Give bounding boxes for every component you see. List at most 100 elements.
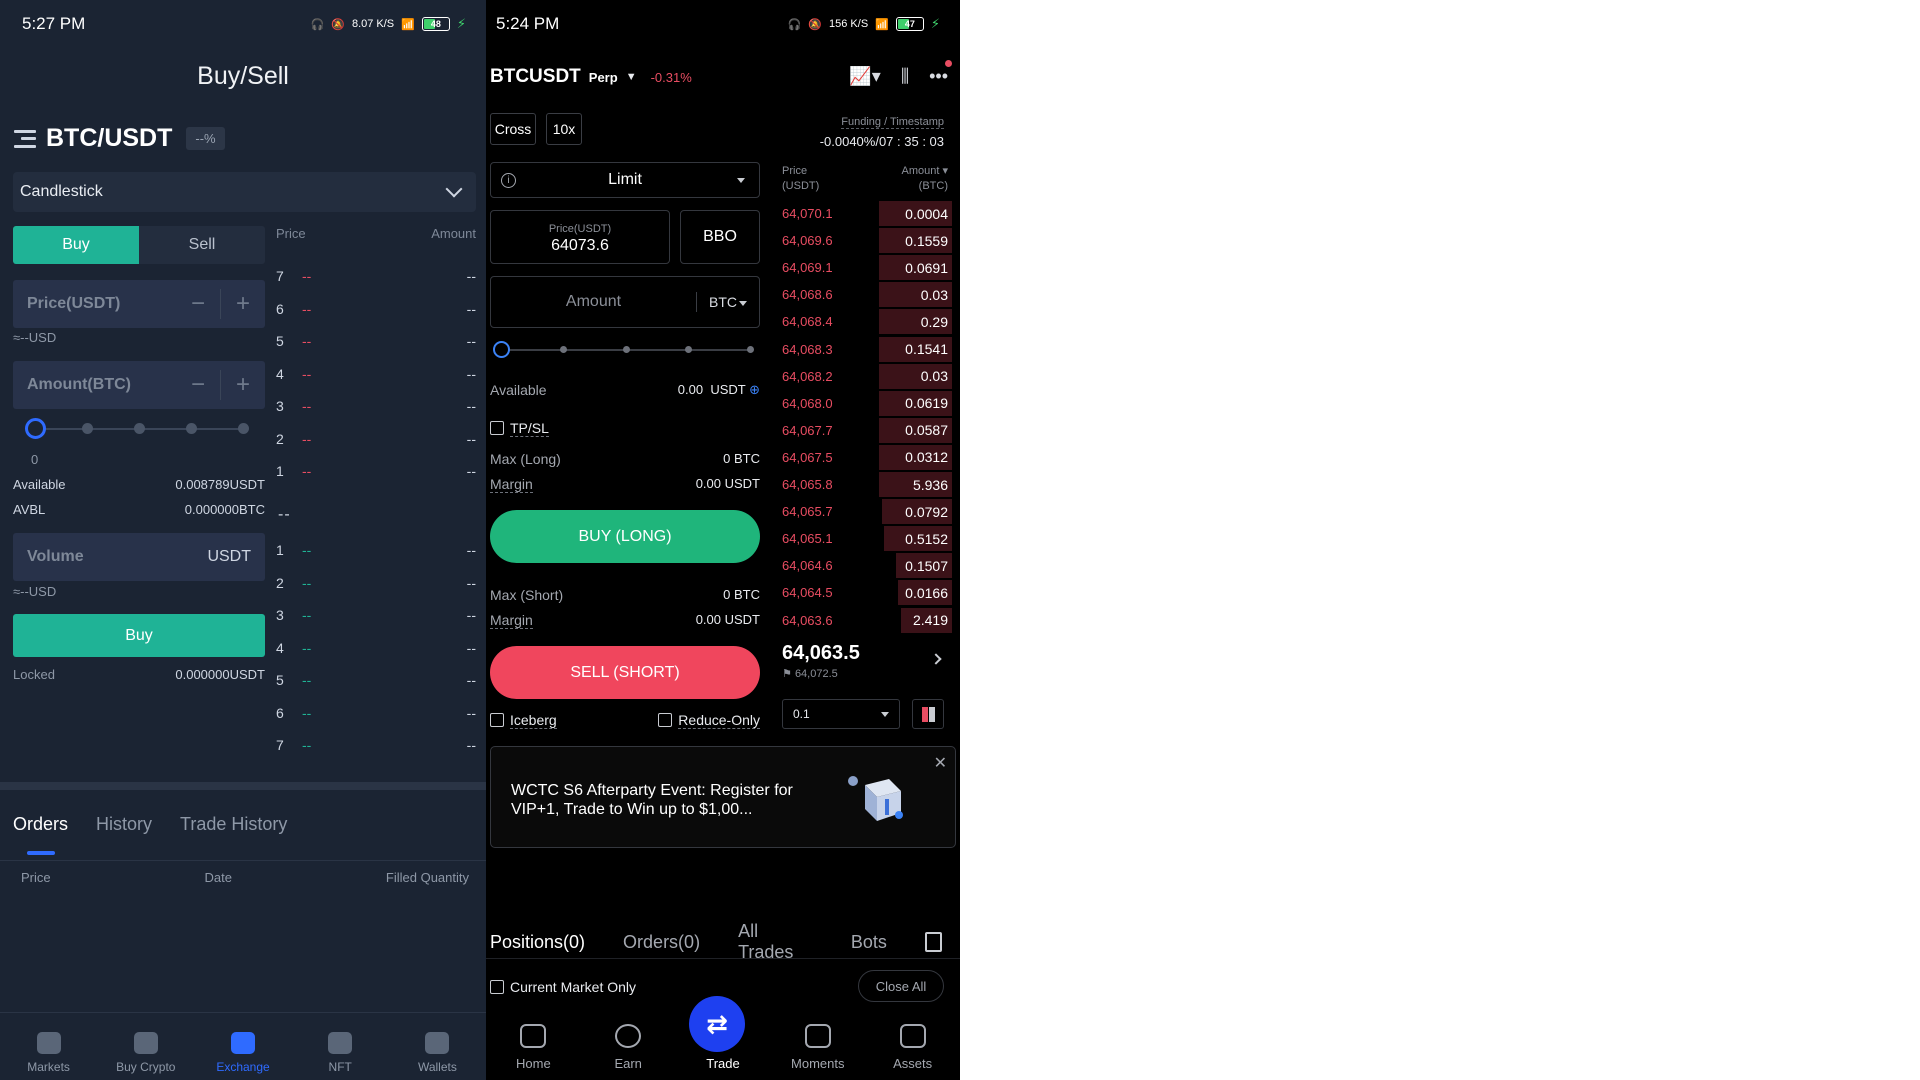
slider-step-dot[interactable]	[186, 423, 197, 434]
book-row[interactable]: 5 -- --	[276, 672, 476, 688]
sell-short-button[interactable]: SELL (SHORT)	[490, 646, 760, 699]
close-icon[interactable]: ✕	[934, 753, 947, 773]
book-row[interactable]: 6 -- --	[276, 301, 476, 317]
nav-home[interactable]: Home	[486, 1000, 581, 1080]
buy-long-button[interactable]: BUY (LONG)	[490, 510, 760, 563]
margin-mode-button[interactable]: Cross	[490, 113, 536, 145]
ask-row[interactable]: 64,063.6 2.419	[782, 607, 952, 634]
ask-row[interactable]: 64,064.5 0.0166	[782, 579, 952, 606]
amount-decrease-button[interactable]: −	[176, 371, 220, 399]
tab-orders[interactable]: Orders	[13, 814, 68, 855]
book-row[interactable]: 4 -- --	[276, 366, 476, 382]
tab-sell[interactable]: Sell	[139, 226, 265, 264]
iceberg-checkbox-box[interactable]	[490, 713, 504, 727]
amount-slider[interactable]	[493, 341, 754, 358]
tab-trade-history[interactable]: Trade History	[180, 814, 287, 835]
ask-row[interactable]: 64,068.0 0.0619	[782, 390, 952, 417]
bbo-button[interactable]: BBO	[680, 210, 760, 264]
tab-all-trades[interactable]: All Trades	[738, 921, 813, 963]
ask-row[interactable]: 64,069.6 0.1559	[782, 227, 952, 254]
symbol-header[interactable]: BTCUSDT Perp ▼ -0.31%	[490, 66, 692, 88]
reduce-only-checkbox-box[interactable]	[658, 713, 673, 727]
candlestick-icon[interactable]: ⫼	[901, 66, 909, 87]
current-market-only-checkbox[interactable]: Current Market Only	[490, 979, 636, 995]
transfer-plus-icon[interactable]: ⊕	[749, 382, 760, 397]
amount-increase-button[interactable]: +	[221, 371, 265, 399]
amount-unit-dropdown[interactable]: BTC	[697, 294, 759, 310]
book-row[interactable]: 3 -- --	[276, 398, 476, 414]
tab-buy[interactable]: Buy	[13, 226, 139, 264]
info-icon[interactable]: i	[501, 172, 516, 188]
ask-row[interactable]: 64,067.5 0.0312	[782, 444, 952, 471]
tab-history[interactable]: History	[96, 814, 152, 835]
price-input[interactable]: Price(USDT) − +	[13, 280, 265, 328]
book-row[interactable]: 6 -- --	[276, 705, 476, 721]
price-decrease-button[interactable]: −	[176, 290, 220, 318]
close-all-button[interactable]: Close All	[858, 970, 944, 1002]
ask-row[interactable]: 64,069.1 0.0691	[782, 254, 952, 281]
tab-bots[interactable]: Bots	[851, 932, 887, 953]
menu-icon[interactable]	[14, 129, 36, 148]
ask-row[interactable]: 64,068.2 0.03	[782, 363, 952, 390]
slider-knob[interactable]	[25, 418, 46, 439]
ask-row[interactable]: 64,068.3 0.1541	[782, 336, 952, 363]
ask-row[interactable]: 64,068.4 0.29	[782, 308, 952, 335]
ask-row[interactable]: 64,065.7 0.0792	[782, 498, 952, 525]
nav-moments[interactable]: Moments	[770, 1000, 865, 1080]
amount-input[interactable]: Amount(BTC) − +	[13, 361, 265, 409]
nav-markets[interactable]: Markets	[0, 1013, 97, 1080]
slider-step-dot[interactable]	[560, 346, 567, 353]
ask-row[interactable]: 64,065.1 0.5152	[782, 525, 952, 552]
tab-orders[interactable]: Orders(0)	[623, 932, 700, 953]
document-icon[interactable]	[924, 932, 942, 952]
book-row[interactable]: 1 -- --	[276, 463, 476, 479]
slider-step-dot[interactable]	[134, 423, 145, 434]
depth-step-dropdown[interactable]: 0.1	[782, 699, 900, 729]
chart-icon[interactable]: 📈▾	[849, 66, 880, 87]
book-row[interactable]: 1 -- --	[276, 542, 476, 558]
nav-earn[interactable]: Earn	[581, 1000, 676, 1080]
last-price-block[interactable]: 64,063.5 ⚑ 64,072.5	[782, 642, 860, 680]
more-icon[interactable]: •••	[929, 60, 952, 87]
book-row[interactable]: 7 -- --	[276, 268, 476, 284]
slider-step-dot[interactable]	[238, 423, 249, 434]
slider-knob[interactable]	[493, 341, 510, 358]
current-market-only-box[interactable]	[490, 980, 504, 994]
slider-step-dot[interactable]	[747, 346, 754, 353]
ask-row[interactable]: 64,065.8 5.936	[782, 471, 952, 498]
leverage-button[interactable]: 10x	[546, 113, 582, 145]
buy-button[interactable]: Buy	[13, 614, 265, 657]
book-display-mode-button[interactable]	[912, 699, 944, 729]
chevron-right-icon[interactable]	[930, 653, 942, 665]
promo-banner[interactable]: WCTC S6 Afterparty Event: Register for V…	[490, 746, 956, 848]
tpsl-checkbox[interactable]: TP/SL	[490, 420, 760, 437]
book-row[interactable]: 2 -- --	[276, 431, 476, 447]
reduce-only-checkbox[interactable]: Reduce-Only	[658, 712, 760, 729]
ask-row[interactable]: 64,068.6 0.03	[782, 281, 952, 308]
slider-step-dot[interactable]	[82, 423, 93, 434]
book-row[interactable]: 5 -- --	[276, 333, 476, 349]
book-row[interactable]: 3 -- --	[276, 607, 476, 623]
order-type-dropdown[interactable]: i Limit	[490, 162, 760, 198]
ask-row[interactable]: 64,067.7 0.0587	[782, 417, 952, 444]
tpsl-checkbox-box[interactable]	[490, 421, 504, 435]
nav-wallets[interactable]: Wallets	[389, 1013, 486, 1080]
ask-row[interactable]: 64,070.1 0.0004	[782, 200, 952, 227]
nav-exchange[interactable]: Exchange	[194, 1013, 291, 1080]
nav-nft[interactable]: NFT	[292, 1013, 389, 1080]
book-row[interactable]: 4 -- --	[276, 640, 476, 656]
ask-row[interactable]: 64,064.6 0.1507	[782, 552, 952, 579]
tab-positions[interactable]: Positions(0)	[490, 932, 585, 953]
amount-input[interactable]: Amount BTC	[490, 276, 760, 328]
nav-buy-crypto[interactable]: Buy Crypto	[97, 1013, 194, 1080]
amount-slider[interactable]	[25, 418, 249, 439]
book-row[interactable]: 2 -- --	[276, 575, 476, 591]
price-input[interactable]: Price(USDT) 64073.6	[490, 210, 670, 264]
slider-step-dot[interactable]	[623, 346, 630, 353]
book-amount-header[interactable]: Amount	[902, 165, 940, 177]
book-row[interactable]: 7 -- --	[276, 737, 476, 753]
iceberg-checkbox[interactable]: Iceberg	[490, 712, 557, 729]
chart-type-dropdown[interactable]: Candlestick	[13, 172, 476, 212]
slider-step-dot[interactable]	[685, 346, 692, 353]
trade-swap-icon[interactable]: ⇄	[689, 996, 745, 1052]
